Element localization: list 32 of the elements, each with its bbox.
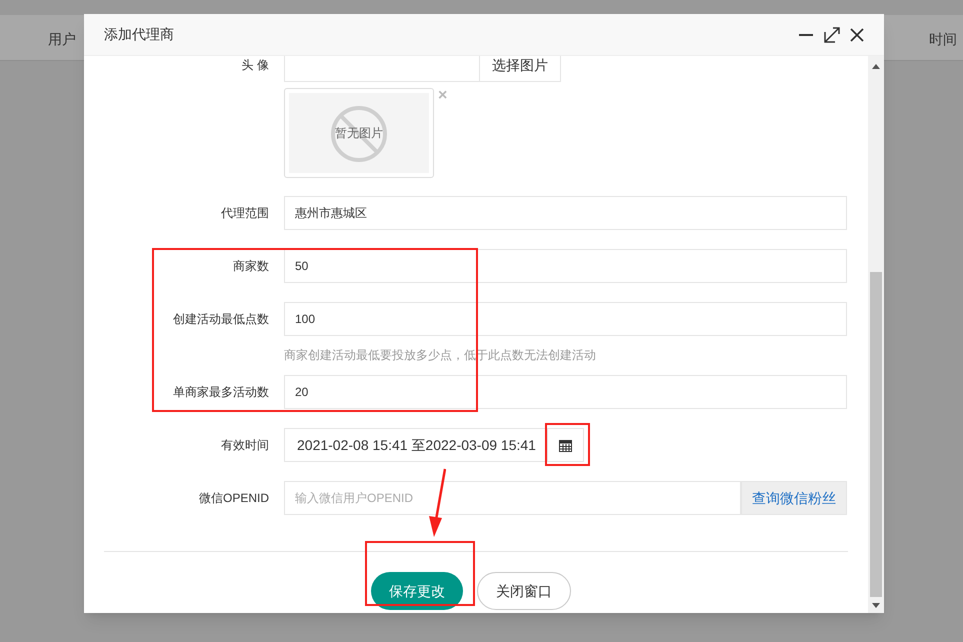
- scrollbar-thumb[interactable]: [870, 272, 882, 597]
- field-label: 创建活动最低点数: [173, 311, 269, 328]
- annotation-box: [545, 423, 590, 466]
- column-header: 时间: [929, 30, 957, 49]
- scroll-up-icon[interactable]: [872, 64, 880, 69]
- no-image-text: 暂无图片: [335, 125, 383, 142]
- maximize-icon[interactable]: [824, 26, 840, 42]
- scroll-down-icon[interactable]: [872, 603, 880, 608]
- dialog-title: 添加代理商: [104, 25, 175, 44]
- field-label: 头 像: [242, 57, 269, 74]
- choose-image-button[interactable]: 选择图片: [480, 56, 561, 82]
- field-label: 代理范围: [221, 205, 269, 222]
- field-label: 有效时间: [221, 437, 269, 454]
- column-header: 用户: [48, 30, 76, 49]
- input-field[interactable]: 惠州市惠城区: [284, 196, 847, 230]
- save-button[interactable]: 保存更改: [371, 572, 463, 610]
- field-label: 商家数: [233, 258, 269, 275]
- input-field[interactable]: 50: [284, 249, 847, 283]
- field-label: 微信OPENID: [198, 490, 269, 507]
- arrow-icon: [428, 468, 446, 538]
- input-field[interactable]: 20: [284, 375, 847, 409]
- close-icon[interactable]: [850, 28, 864, 42]
- scrollbar[interactable]: [868, 56, 884, 613]
- calendar-icon: [559, 438, 572, 452]
- date-range-field[interactable]: 2021-02-08 15:41 至2022-03-09 15:41: [284, 428, 548, 462]
- input-field[interactable]: 100: [284, 302, 847, 336]
- field-label: 单商家最多活动数: [173, 384, 269, 401]
- query-fans-button[interactable]: 查询微信粉丝: [741, 481, 847, 515]
- close-window-button[interactable]: 关闭窗口: [477, 572, 571, 610]
- calendar-button[interactable]: [548, 428, 584, 462]
- input-field[interactable]: [284, 56, 480, 82]
- no-image-icon: [330, 105, 388, 163]
